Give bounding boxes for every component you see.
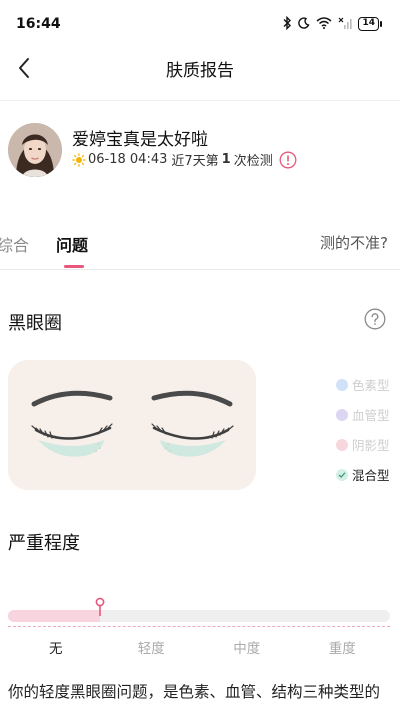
dark-circle-type-label: 血管型: [352, 408, 390, 423]
status-time: 16:44: [16, 16, 61, 32]
dark-circles-title: 黑眼圈: [8, 313, 62, 334]
type-dot: [336, 438, 348, 451]
recent-suffix: 次检测: [233, 154, 273, 169]
analysis-description: 你的轻度黑眼圈问题，是色素、血管、结构三种类型的: [8, 683, 381, 701]
detection-meta: 06-18 04:43 近7天第 1 次检测: [72, 150, 297, 169]
severity-fill: [8, 610, 100, 622]
type-dot: [336, 408, 348, 421]
inaccurate-link[interactable]: 测的不准?: [320, 232, 388, 253]
page-title: 肤质报告: [166, 61, 234, 81]
nav-bar: 肤质报告: [0, 48, 400, 88]
severity-title: 严重程度: [8, 533, 80, 554]
tab-bar: 综合 问题 测的不准?: [0, 222, 400, 270]
dark-circle-type-item[interactable]: 混合型: [336, 464, 400, 485]
dark-circle-type-label: 色素型: [352, 378, 390, 393]
status-icons: 14: [282, 15, 382, 33]
severity-marker: [95, 597, 105, 625]
dark-circle-type-label: 阴影型: [352, 438, 390, 453]
alert-icon[interactable]: [279, 151, 297, 169]
wifi-icon: [316, 16, 332, 32]
username: 爱婷宝真是太好啦: [72, 130, 208, 150]
dark-circle-type-item[interactable]: 阴影型: [336, 434, 400, 455]
help-icon[interactable]: [364, 308, 386, 330]
dark-circle-type-item[interactable]: 血管型: [336, 404, 400, 425]
dark-circle-type-item[interactable]: 色素型: [336, 374, 400, 395]
do-not-disturb-moon-icon: [298, 16, 310, 32]
battery-level: 14: [358, 17, 379, 31]
status-bar: 16:44 14: [0, 0, 400, 48]
severity-divider: [8, 626, 390, 627]
battery-icon: 14: [358, 17, 382, 31]
tab-active-indicator: [64, 265, 84, 268]
avatar[interactable]: [8, 123, 62, 177]
recent-count: 1: [221, 152, 231, 167]
dark-circle-type-legend: 色素型血管型阴影型混合型: [336, 374, 400, 494]
tab-issues[interactable]: 问题: [56, 232, 88, 256]
severity-level-label: 重度: [328, 641, 356, 657]
dark-circle-type-label: 混合型: [352, 468, 390, 483]
recent-prefix: 近7天第: [171, 154, 219, 169]
severity-level-label: 无: [49, 641, 63, 657]
detection-datetime: 06-18 04:43: [88, 152, 168, 167]
type-dot: [336, 378, 348, 391]
severity-levels: 无 轻度 中度 重度: [8, 637, 390, 657]
profile-header: 爱婷宝真是太好啦 06-18 04:43 近7天第 1 次检测: [0, 100, 400, 200]
severity-track: [8, 597, 390, 622]
tab-overall[interactable]: 综合: [0, 232, 29, 256]
dark-circle-illustration: [8, 360, 256, 490]
check-icon: [336, 468, 348, 481]
signal-icon: [338, 17, 353, 32]
severity-level-label: 轻度: [137, 641, 165, 657]
severity-level-label: 中度: [233, 641, 261, 657]
sun-icon: [72, 152, 86, 167]
bluetooth-icon: [282, 15, 292, 33]
